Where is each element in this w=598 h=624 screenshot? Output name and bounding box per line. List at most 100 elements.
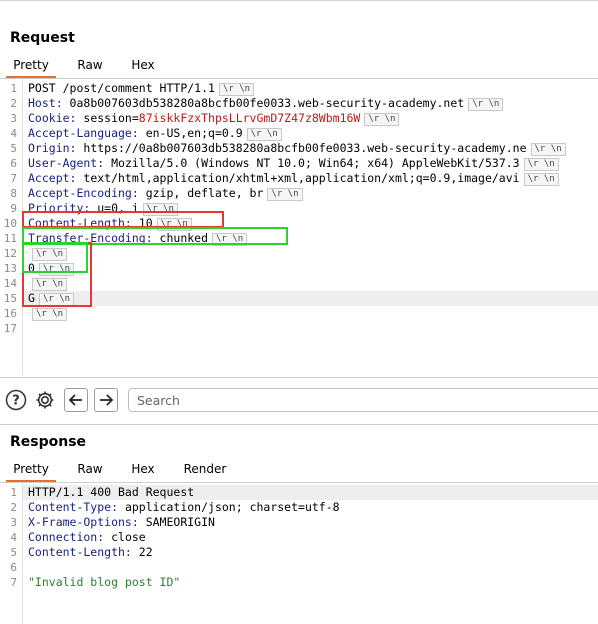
header-name: Connection: — [28, 530, 105, 544]
tab-request-pretty[interactable]: Pretty — [6, 54, 56, 78]
code-line: Accept: text/html,application/xhtml+xml,… — [28, 171, 559, 186]
cookie-value: 87iskkFzxThpsLLrvGmD7Z47z8Wbm16W — [138, 111, 361, 125]
code-line: Accept-Language: en-US,en;q=0.9 \r \n — [28, 126, 282, 141]
line-text: Mozilla/5.0 (Windows NT 10.0; Win64; x64… — [104, 156, 520, 170]
tab-response-raw[interactable]: Raw — [68, 458, 112, 480]
response-tabs: Pretty Raw Hex Render — [0, 458, 598, 483]
line-number: 15 — [3, 292, 17, 305]
crlf-marker: \r \n — [530, 143, 566, 156]
line-number: 8 — [10, 187, 17, 200]
line-number: 6 — [10, 561, 17, 574]
tab-response-pretty[interactable]: Pretty — [6, 458, 56, 482]
crlf-marker: \r \n — [246, 128, 282, 141]
crlf-marker: \r \n — [32, 308, 68, 321]
tab-request-raw[interactable]: Raw — [68, 54, 112, 76]
search-input[interactable] — [128, 388, 598, 412]
code-line: \r \n — [28, 306, 68, 321]
code-line: X-Frame-Options: SAMEORIGIN — [28, 515, 215, 530]
code-line: Connection: close — [28, 530, 146, 545]
line-text: text/html,application/xhtml+xml,applicat… — [76, 171, 520, 185]
crlf-marker: \r \n — [468, 98, 504, 111]
line-text: close — [104, 530, 146, 544]
request-title: Request — [10, 30, 75, 46]
crlf-marker: \r \n — [218, 83, 255, 96]
header-name: Content-Length: — [28, 545, 132, 559]
line-number: 16 — [3, 307, 17, 320]
arrow-right-icon — [100, 394, 114, 406]
code-line: User-Agent: Mozilla/5.0 (Windows NT 10.0… — [28, 156, 559, 171]
header-name: X-Frame-Options: — [28, 515, 139, 529]
forward-button[interactable] — [94, 388, 118, 412]
line-text: gzip, deflate, br — [138, 186, 264, 200]
header-name: Accept-Encoding: — [28, 186, 139, 200]
arrow-left-icon — [68, 394, 82, 406]
code-line: "Invalid blog post ID" — [28, 575, 180, 590]
line-number: 14 — [3, 277, 17, 290]
crlf-marker: \r \n — [523, 173, 559, 186]
code-line: Cookie: session=87iskkFzxThpsLLrvGmD7Z47… — [28, 111, 400, 126]
search-toolbar: ? — [0, 377, 598, 425]
line-number: 3 — [10, 112, 17, 125]
response-title: Response — [10, 434, 87, 450]
line-number: 12 — [3, 247, 17, 260]
header-name: Origin: — [28, 141, 77, 155]
line-number: 6 — [10, 157, 17, 170]
line-number: 11 — [3, 232, 17, 245]
code-line: G \r \n — [23, 291, 598, 306]
crlf-marker: \r \n — [523, 158, 559, 171]
line-number: 2 — [10, 97, 17, 110]
response-editor[interactable]: 1 HTTP/1.1 400 Bad Request 2 Content-Type: … — [0, 483, 598, 624]
help-icon[interactable]: ? — [5, 389, 27, 411]
highlight-zero-chunk — [22, 242, 88, 273]
header-name: User-Agent: — [28, 156, 105, 170]
code-line: POST /post/comment HTTP/1.1 \r \n — [28, 81, 255, 96]
gear-icon[interactable] — [34, 389, 56, 411]
line-number: 5 — [10, 142, 17, 155]
line-text: application/json; charset=utf-8 — [118, 500, 340, 514]
line-number: 7 — [10, 576, 17, 589]
header-name: Accept: — [28, 171, 77, 185]
line-text: en-US,en;q=0.9 — [138, 126, 243, 140]
line-number: 4 — [10, 531, 17, 544]
back-button[interactable] — [64, 388, 88, 412]
line-text: 0a8b007603db538280a8bcfb00fe0033.web-sec… — [62, 96, 465, 110]
line-number: 1 — [10, 486, 17, 499]
line-text: https://0a8b007603db538280a8bcfb00fe0033… — [76, 141, 527, 155]
json-string: "Invalid blog post ID" — [28, 575, 181, 589]
code-line: Accept-Encoding: gzip, deflate, br \r \n — [28, 186, 303, 201]
line-number: 1 — [10, 82, 17, 95]
crlf-marker: \r \n — [267, 188, 303, 201]
line-number: 4 — [10, 127, 17, 140]
header-name: Host: — [28, 96, 63, 110]
line-number: 7 — [10, 172, 17, 185]
header-name: Cookie: — [28, 111, 77, 125]
header-name: Content-Type: — [28, 500, 119, 514]
line-number: 9 — [10, 202, 17, 215]
line-number: 3 — [10, 516, 17, 529]
tab-response-render[interactable]: Render — [176, 458, 234, 480]
crlf-marker: \r \n — [364, 113, 400, 126]
line-text: HTTP/1.1 400 Bad Request — [28, 485, 195, 499]
code-line: HTTP/1.1 400 Bad Request — [23, 485, 598, 500]
request-editor[interactable]: 1 POST /post/comment HTTP/1.1 \r \n 2 Host: … — [0, 79, 598, 375]
line-number: 2 — [10, 501, 17, 514]
line-number: 13 — [3, 262, 17, 275]
code-line: Origin: https://0a8b007603db538280a8bcfb… — [28, 141, 566, 156]
line-number: 10 — [3, 217, 17, 230]
line-number: 5 — [10, 546, 17, 559]
header-name: Accept-Language: — [28, 126, 139, 140]
code-line: Content-Length: 22 — [28, 545, 153, 560]
line-text: 22 — [131, 545, 153, 559]
tab-request-hex[interactable]: Hex — [122, 54, 164, 76]
request-tabs: Pretty Raw Hex — [0, 54, 598, 79]
line-text: SAMEORIGIN — [138, 515, 215, 529]
highlight-content-length — [22, 211, 224, 228]
code-line: Host: 0a8b007603db538280a8bcfb00fe0033.w… — [28, 96, 504, 111]
code-line: Content-Type: application/json; charset=… — [28, 500, 340, 515]
tab-response-hex[interactable]: Hex — [122, 458, 164, 480]
line-text: POST /post/comment HTTP/1.1 — [28, 81, 215, 95]
line-number: 17 — [3, 322, 17, 335]
svg-text:?: ? — [12, 394, 20, 409]
top-divider — [0, 0, 598, 1]
line-text: session= — [76, 111, 139, 125]
